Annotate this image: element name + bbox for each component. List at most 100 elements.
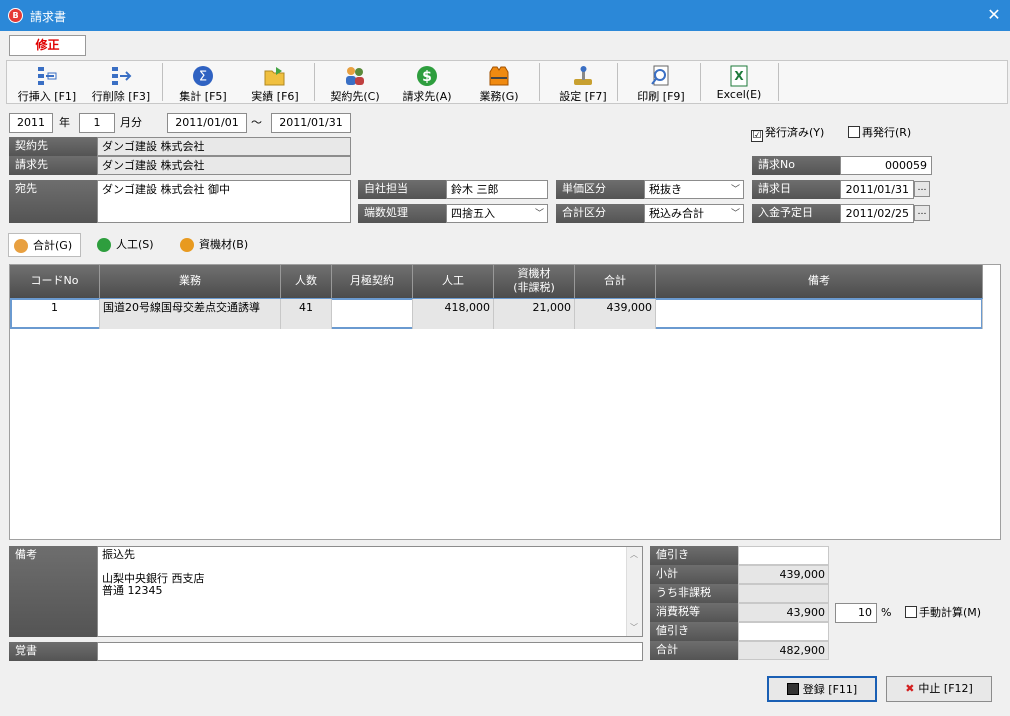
toolbar-separator: [314, 63, 315, 101]
coin-icon: [180, 238, 194, 252]
discount2-field[interactable]: [738, 622, 829, 641]
dollar-icon: [97, 238, 111, 252]
close-icon: ✖: [905, 682, 915, 695]
cell-people[interactable]: 41: [281, 299, 332, 329]
register-label: 登録 [F11]: [802, 683, 858, 696]
print-button[interactable]: 印刷 [F9]: [621, 61, 701, 103]
payment-date-label: 入金予定日: [752, 204, 840, 223]
contract-field: ダンゴ建設 株式会社: [97, 137, 351, 156]
staff-field[interactable]: 鈴木 三郎: [446, 180, 548, 199]
percent-sign: %: [881, 606, 892, 619]
column-header-note[interactable]: 備考: [656, 265, 983, 298]
summary-label: 値引き: [650, 546, 738, 565]
column-header-labor[interactable]: 人工: [413, 265, 494, 298]
payment-date-picker-button[interactable]: …: [914, 205, 930, 221]
cancel-button[interactable]: ✖ 中止 [F12]: [886, 676, 992, 702]
issued-check-box: ☑: [751, 130, 763, 142]
payment-date-field[interactable]: 2011/02/25: [840, 204, 914, 223]
remarks-field[interactable]: 振込先 山梨中央銀行 西支店 普通 12345 ︿ ﹀: [97, 546, 643, 637]
year-field[interactable]: 2011: [9, 113, 53, 133]
nontaxable-value: [738, 584, 829, 603]
people-icon: [14, 239, 28, 253]
billto-label: 請求先(A): [402, 90, 452, 103]
total-type-select[interactable]: 税込み合計 ﹀: [644, 204, 744, 223]
app-icon: B: [8, 8, 23, 23]
chevron-down-icon: ﹀: [730, 209, 740, 219]
settings-button[interactable]: 設定 [F7]: [543, 61, 623, 103]
billto-field: ダンゴ建設 株式会社: [97, 156, 351, 175]
work-label: 業務(G): [479, 90, 519, 103]
svg-text:$: $: [422, 69, 432, 85]
period-from-field[interactable]: 2011/01/01: [167, 113, 247, 133]
contract-button[interactable]: 契約先(C): [319, 61, 391, 103]
cancel-label: 中止 [F12]: [918, 682, 973, 695]
remarks-line: 普通 12345: [102, 584, 163, 597]
chevron-up-icon[interactable]: ︿: [630, 549, 638, 561]
issued-checkbox[interactable]: ☑ 発行済み(Y): [751, 125, 824, 142]
tilde-separator: ～: [251, 116, 262, 129]
tax-rate-field[interactable]: 10: [835, 603, 877, 623]
aggregate-button[interactable]: Σ 集計 [F5]: [167, 61, 239, 103]
svg-text:Σ: Σ: [199, 70, 207, 85]
tab-labor[interactable]: 人工(S): [92, 233, 162, 257]
month-field[interactable]: 1: [79, 113, 115, 133]
row-insert-button[interactable]: 行挿入 [F1]: [11, 61, 83, 103]
title-bar: B 請求書 ✕: [0, 0, 1010, 31]
month-unit: 月分: [120, 116, 142, 129]
remarks-label: 備考: [9, 546, 97, 637]
invoice-date-label: 請求日: [752, 180, 840, 199]
chevron-down-icon: ﹀: [534, 209, 544, 219]
tab-labor-label: 人工(S): [116, 238, 154, 251]
summary-label: 小計: [650, 565, 738, 584]
memo-label: 覚書: [9, 642, 97, 661]
cell-monthly[interactable]: [332, 299, 413, 329]
work-button[interactable]: 業務(G): [463, 61, 535, 103]
register-button[interactable]: 登録 [F11]: [767, 676, 877, 702]
invoice-date-field[interactable]: 2011/01/31: [840, 180, 914, 199]
tab-materials[interactable]: 資機材(B): [175, 233, 263, 257]
column-header-monthly[interactable]: 月極契約: [332, 265, 413, 298]
reissue-checkbox[interactable]: 再発行(R): [848, 125, 911, 141]
cell-code[interactable]: 1: [10, 299, 100, 329]
cell-work[interactable]: 国道20号線国母交差点交通誘導: [100, 299, 281, 329]
aggregate-label: 集計 [F5]: [179, 90, 227, 103]
actuals-button[interactable]: 実績 [F6]: [239, 61, 311, 103]
column-header-people[interactable]: 人数: [281, 265, 332, 298]
column-header-code[interactable]: コードNo: [10, 265, 100, 298]
excel-button[interactable]: X Excel(E): [703, 61, 775, 103]
memo-field[interactable]: [97, 642, 643, 661]
toolbar: 行挿入 [F1] 行削除 [F3] Σ 集計 [F5] 実績 [F6] 契約先(…: [6, 60, 1008, 104]
address-field[interactable]: ダンゴ建設 株式会社 御中: [97, 180, 351, 223]
print-preview-icon: [651, 65, 669, 86]
total-type-label: 合計区分: [556, 204, 644, 223]
toolbar-separator: [778, 63, 779, 101]
cell-total[interactable]: 439,000: [575, 299, 656, 329]
invoice-no-field[interactable]: 000059: [840, 156, 932, 175]
rounding-select[interactable]: 四捨五入 ﹀: [446, 204, 548, 223]
row-delete-button[interactable]: 行削除 [F3]: [85, 61, 157, 103]
billto-button[interactable]: $ 請求先(A): [391, 61, 463, 103]
column-header-total[interactable]: 合計: [575, 265, 656, 298]
manual-calc-check-box: [905, 606, 917, 618]
dollar-icon: $: [417, 66, 437, 86]
cell-labor[interactable]: 418,000: [413, 299, 494, 329]
contract-label: 契約先(C): [330, 90, 380, 103]
remarks-scrollbar[interactable]: ︿ ﹀: [626, 547, 642, 636]
invoice-date-picker-button[interactable]: …: [914, 181, 930, 197]
column-header-materials[interactable]: 資機材 (非課税): [494, 265, 575, 298]
toolbar-separator: [617, 63, 618, 101]
rounding-label: 端数処理: [358, 204, 446, 223]
folder-icon: [264, 67, 285, 86]
close-icon[interactable]: ✕: [984, 4, 1004, 26]
unit-price-select[interactable]: 税抜き ﹀: [644, 180, 744, 199]
column-header-work[interactable]: 業務: [100, 265, 281, 298]
manual-calc-checkbox[interactable]: 手動計算(M): [905, 605, 981, 621]
year-unit: 年: [59, 116, 70, 129]
tab-total[interactable]: 合計(G): [8, 233, 81, 257]
summary-label: 値引き: [650, 622, 738, 641]
chevron-down-icon[interactable]: ﹀: [630, 622, 638, 634]
period-to-field[interactable]: 2011/01/31: [271, 113, 351, 133]
discount-field[interactable]: [738, 546, 829, 565]
cell-materials[interactable]: 21,000: [494, 299, 575, 329]
cell-note[interactable]: [656, 299, 983, 329]
